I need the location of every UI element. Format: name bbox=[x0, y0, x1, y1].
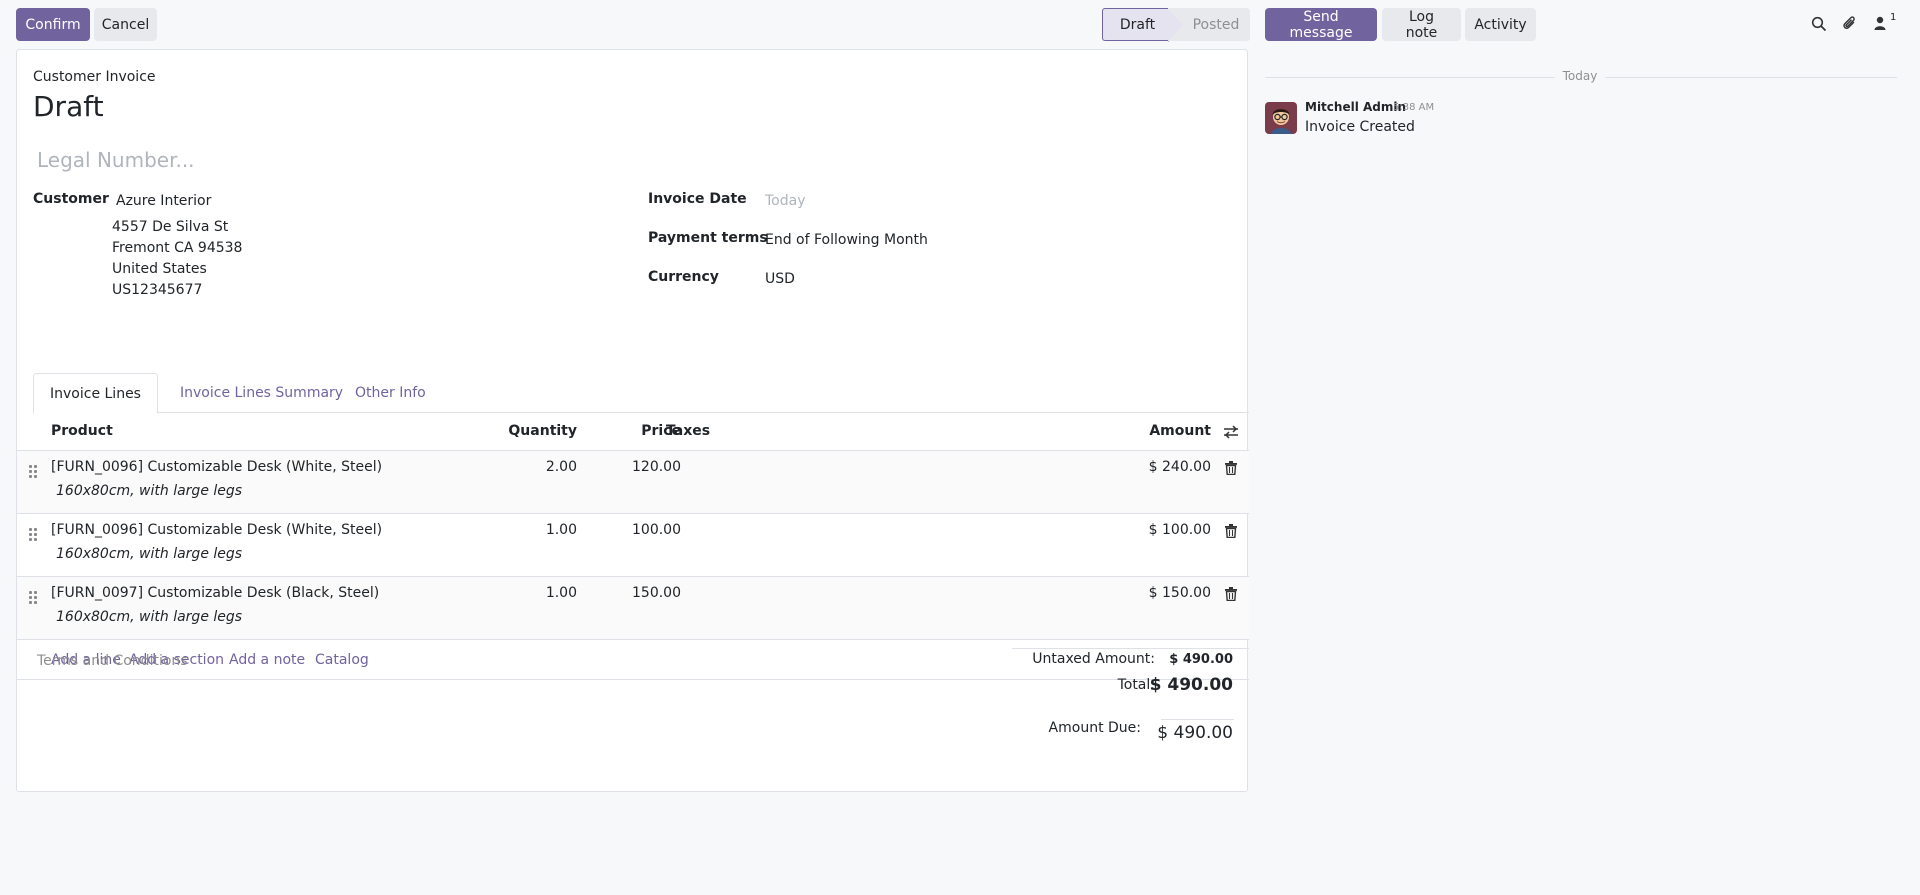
message-body: Invoice Created bbox=[1305, 119, 1415, 135]
date-separator: Today bbox=[1562, 69, 1598, 83]
message-author[interactable]: Mitchell Admin bbox=[1305, 100, 1406, 114]
col-quantity[interactable]: Quantity bbox=[497, 423, 577, 439]
line-description[interactable]: 160x80cm, with large legs bbox=[56, 546, 242, 562]
drag-handle-icon[interactable] bbox=[29, 465, 39, 479]
followers-icon[interactable] bbox=[1874, 16, 1888, 32]
table-row[interactable]: [FURN_0096] Customizable Desk (White, St… bbox=[17, 451, 1249, 514]
invoice-date-input[interactable]: Today bbox=[765, 193, 1225, 209]
drag-handle-icon[interactable] bbox=[29, 591, 39, 605]
line-amount: $ 100.00 bbox=[1148, 522, 1211, 538]
line-product[interactable]: [FURN_0097] Customizable Desk (Black, St… bbox=[51, 585, 379, 601]
customer-field[interactable]: Azure Interior bbox=[116, 193, 636, 209]
payment-terms-field[interactable]: End of Following Month bbox=[765, 232, 1225, 248]
line-amount: $ 240.00 bbox=[1148, 459, 1211, 475]
optional-columns-icon[interactable] bbox=[1223, 424, 1239, 440]
table-row[interactable]: [FURN_0097] Customizable Desk (Black, St… bbox=[17, 577, 1249, 640]
line-description[interactable]: 160x80cm, with large legs bbox=[56, 609, 242, 625]
paperclip-icon[interactable] bbox=[1842, 15, 1858, 32]
totals-divider bbox=[1012, 648, 1249, 649]
search-icon[interactable] bbox=[1811, 16, 1827, 32]
line-quantity[interactable]: 1.00 bbox=[497, 585, 577, 601]
drag-handle-icon[interactable] bbox=[29, 528, 39, 542]
currency-field[interactable]: USD bbox=[765, 271, 1225, 287]
move-type-label: Customer Invoice bbox=[33, 69, 156, 85]
customer-address: 4557 De Silva St Fremont CA 94538 United… bbox=[112, 217, 242, 301]
untaxed-amount-value: $ 490.00 bbox=[1169, 652, 1233, 667]
line-product[interactable]: [FURN_0096] Customizable Desk (White, St… bbox=[51, 459, 382, 475]
stage-draft-label: Draft bbox=[1119, 16, 1156, 33]
address-street: 4557 De Silva St bbox=[112, 219, 229, 235]
line-amount: $ 150.00 bbox=[1148, 585, 1211, 601]
tab-other-info[interactable]: Other Info bbox=[339, 373, 442, 413]
date-separator-line-left bbox=[1265, 77, 1555, 78]
col-taxes[interactable]: Taxes bbox=[666, 423, 710, 439]
send-message-button[interactable]: Send message bbox=[1265, 8, 1377, 41]
page-title: Draft bbox=[33, 90, 104, 123]
col-product[interactable]: Product bbox=[51, 423, 113, 439]
confirm-button[interactable]: Confirm bbox=[16, 8, 90, 41]
payment-terms-label: Payment terms bbox=[648, 230, 768, 246]
address-vat: US12345677 bbox=[112, 282, 203, 298]
amount-due-divider bbox=[1161, 719, 1234, 720]
line-description[interactable]: 160x80cm, with large legs bbox=[56, 483, 242, 499]
line-quantity[interactable]: 1.00 bbox=[497, 522, 577, 538]
avatar[interactable] bbox=[1265, 102, 1297, 134]
tab-invoice-lines[interactable]: Invoice Lines bbox=[33, 373, 158, 414]
tab-invoice-lines-summary[interactable]: Invoice Lines Summary bbox=[164, 373, 359, 413]
line-quantity[interactable]: 2.00 bbox=[497, 459, 577, 475]
table-row[interactable]: [FURN_0096] Customizable Desk (White, St… bbox=[17, 514, 1249, 577]
trash-icon[interactable] bbox=[1225, 524, 1237, 539]
table-header: Product Quantity Price Taxes Amount bbox=[17, 413, 1249, 451]
invoice-lines-table: Product Quantity Price Taxes Amount [FUR… bbox=[17, 413, 1249, 680]
legal-number-input[interactable]: Legal Number... bbox=[37, 148, 537, 172]
terms-input[interactable]: Terms and Conditions bbox=[37, 653, 537, 669]
invoice-date-label: Invoice Date bbox=[648, 191, 747, 207]
line-price[interactable]: 150.00 bbox=[597, 585, 681, 601]
trash-icon[interactable] bbox=[1225, 461, 1237, 476]
amount-due-value: $ 490.00 bbox=[1157, 723, 1233, 743]
cancel-button[interactable]: Cancel bbox=[94, 8, 157, 41]
form-sheet: Customer Invoice Draft Legal Number... C… bbox=[16, 49, 1249, 792]
customer-label: Customer bbox=[33, 191, 109, 207]
log-note-button[interactable]: Log note bbox=[1382, 8, 1461, 41]
col-amount[interactable]: Amount bbox=[1117, 423, 1211, 439]
line-product[interactable]: [FURN_0096] Customizable Desk (White, St… bbox=[51, 522, 382, 538]
status-bar: Draft Posted bbox=[1102, 8, 1250, 42]
message-time: 5:38 AM bbox=[1393, 102, 1435, 113]
untaxed-amount-label: Untaxed Amount: bbox=[1032, 651, 1155, 667]
activity-button[interactable]: Activity bbox=[1465, 8, 1536, 41]
followers-count: 1 bbox=[1890, 12, 1897, 23]
line-price[interactable]: 100.00 bbox=[597, 522, 681, 538]
line-price[interactable]: 120.00 bbox=[597, 459, 681, 475]
address-city: Fremont CA 94538 bbox=[112, 240, 243, 256]
currency-label: Currency bbox=[648, 269, 719, 285]
notebook-tabs: Invoice Lines Invoice Lines Summary Othe… bbox=[33, 373, 1249, 414]
amount-due-label: Amount Due: bbox=[1048, 720, 1141, 736]
total-value: $ 490.00 bbox=[1149, 675, 1233, 695]
stage-posted-label: Posted bbox=[1192, 16, 1240, 33]
trash-icon[interactable] bbox=[1225, 587, 1237, 602]
table-body: [FURN_0096] Customizable Desk (White, St… bbox=[17, 451, 1249, 640]
stage-draft[interactable]: Draft bbox=[1102, 8, 1184, 42]
date-separator-line-right bbox=[1605, 77, 1897, 78]
address-country: United States bbox=[112, 261, 207, 277]
